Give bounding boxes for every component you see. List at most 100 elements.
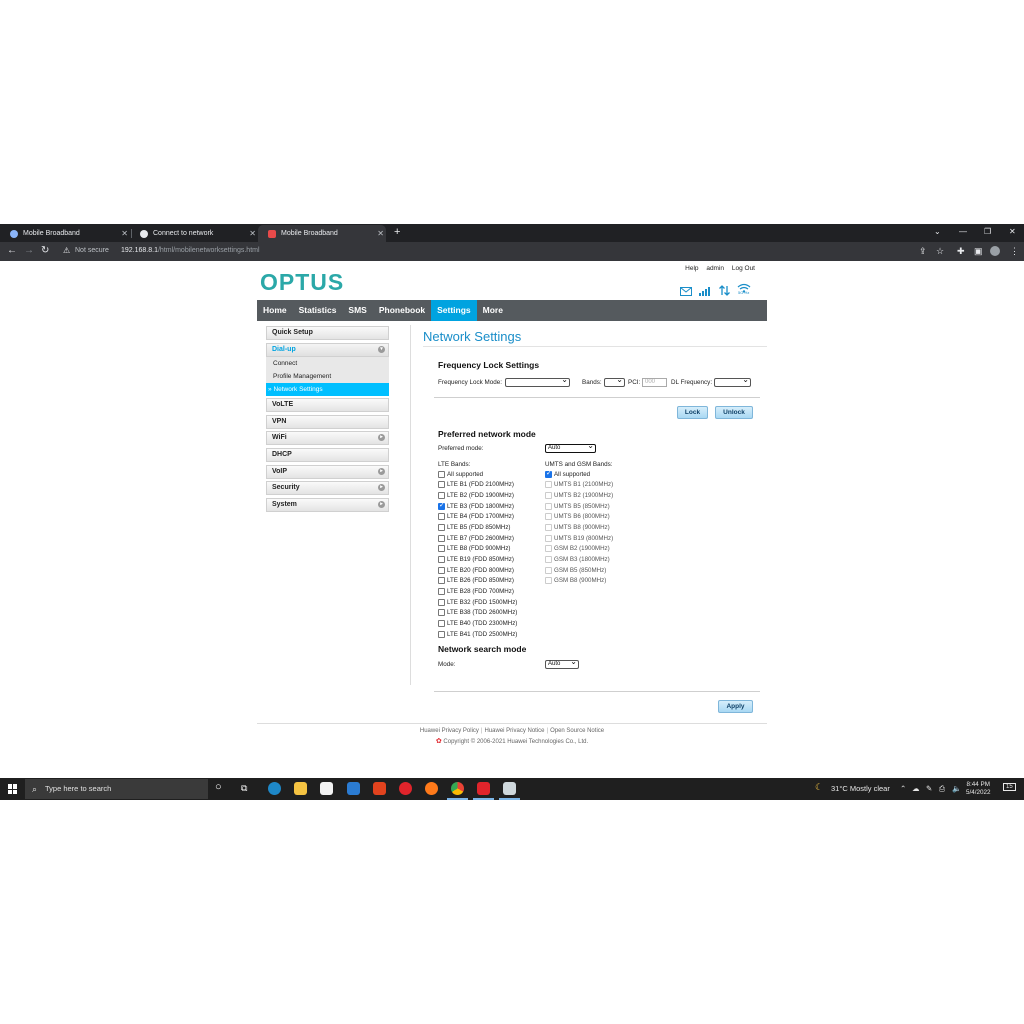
lte-band-checkbox[interactable] xyxy=(438,470,445,478)
lte-band-row[interactable]: All supported xyxy=(438,469,483,480)
reload-icon[interactable]: ↻ xyxy=(41,245,49,256)
bands-select[interactable] xyxy=(604,376,625,387)
umts-gsm-band-row[interactable]: All supported xyxy=(545,469,590,480)
cortana-icon[interactable]: ○ xyxy=(215,781,228,794)
nav-more[interactable]: More xyxy=(477,300,509,321)
admin-link[interactable]: admin xyxy=(706,265,724,272)
mail-icon[interactable] xyxy=(680,287,692,296)
taskbar-search-box[interactable]: ⌕ Type here to search xyxy=(25,779,208,799)
new-tab-button[interactable]: + xyxy=(394,226,400,238)
umts-gsm-band-row[interactable]: GSM B2 (1900MHz) xyxy=(545,544,610,555)
sidebar-item-system[interactable]: System ▸ xyxy=(266,497,389,512)
extensions-icon[interactable]: ✚ xyxy=(957,246,965,257)
close-tab-icon[interactable]: ✕ xyxy=(377,229,384,238)
security-label[interactable]: Not secure xyxy=(75,247,109,254)
forward-icon[interactable]: → xyxy=(24,245,34,256)
browser-tab-active[interactable]: Mobile Broadband ✕ xyxy=(258,225,386,242)
notifications-badge[interactable]: 15 xyxy=(1003,783,1016,791)
lte-band-row[interactable]: LTE B1 (FDD 2100MHz) xyxy=(438,480,514,491)
pci-input[interactable]: 000 xyxy=(642,378,667,387)
privacy-notice-link[interactable]: Huawei Privacy Notice xyxy=(484,728,544,734)
lte-band-checkbox[interactable] xyxy=(438,492,445,500)
lte-band-row[interactable]: LTE B40 (TDD 2300MHz) xyxy=(438,618,517,629)
sidebar-subitem-profile-management[interactable]: Profile Management xyxy=(266,370,389,383)
mail-app-icon[interactable] xyxy=(347,782,360,795)
opera-icon[interactable] xyxy=(399,782,412,795)
umts-gsm-band-row[interactable]: UMTS B2 (1900MHz) xyxy=(545,490,613,501)
apply-button[interactable]: Apply xyxy=(718,700,753,713)
pen-icon[interactable]: ✎ xyxy=(926,784,932,793)
minimize-icon[interactable]: — xyxy=(959,227,967,236)
lte-band-row[interactable]: LTE B19 (FDD 850MHz) xyxy=(438,554,514,565)
open-source-link[interactable]: Open Source Notice xyxy=(550,728,604,734)
firefox-icon[interactable] xyxy=(425,782,438,795)
logout-link[interactable]: Log Out xyxy=(732,265,755,272)
umts-gsm-band-row[interactable]: GSM B8 (900MHz) xyxy=(545,576,606,587)
sidebar-item-wifi[interactable]: WiFi ▸ xyxy=(266,431,389,446)
umts-gsm-band-checkbox[interactable] xyxy=(545,502,552,510)
privacy-policy-link[interactable]: Huawei Privacy Policy xyxy=(420,728,479,734)
lte-band-checkbox[interactable] xyxy=(438,566,445,574)
lte-band-checkbox[interactable] xyxy=(438,555,445,563)
umts-gsm-band-row[interactable]: GSM B5 (850MHz) xyxy=(545,565,606,576)
preferred-mode-select[interactable]: Auto xyxy=(545,442,596,453)
nav-phonebook[interactable]: Phonebook xyxy=(373,300,431,321)
umts-gsm-band-row[interactable]: UMTS B5 (850MHz) xyxy=(545,501,610,512)
umts-gsm-band-checkbox[interactable] xyxy=(545,534,552,542)
umts-gsm-band-checkbox[interactable] xyxy=(545,566,552,574)
close-tab-icon[interactable]: ✕ xyxy=(121,229,128,238)
sidebar-item-vpn[interactable]: VPN xyxy=(266,414,389,429)
umts-gsm-band-row[interactable]: UMTS B6 (800MHz) xyxy=(545,512,610,523)
menu-icon[interactable]: ⋮ xyxy=(1010,246,1019,257)
profile-avatar[interactable] xyxy=(990,246,1000,256)
sidebar-item-voip[interactable]: VoIP ▸ xyxy=(266,464,389,479)
lte-band-row[interactable]: LTE B4 (FDD 1700MHz) xyxy=(438,512,514,523)
sidebar-item-quick-setup[interactable]: Quick Setup xyxy=(266,326,389,340)
lte-band-row[interactable]: LTE B32 (FDD 1500MHz) xyxy=(438,597,517,608)
lte-band-row[interactable]: LTE B7 (FDD 2600MHz) xyxy=(438,533,514,544)
sidebar-subitem-connect[interactable]: Connect xyxy=(266,357,389,370)
lte-band-checkbox[interactable] xyxy=(438,609,445,617)
umts-gsm-band-row[interactable]: UMTS B1 (2100MHz) xyxy=(545,480,613,491)
huawei-app-icon[interactable] xyxy=(477,782,490,795)
task-view-icon[interactable]: ⧉ xyxy=(241,783,254,796)
lte-band-row[interactable]: LTE B28 (FDD 700MHz) xyxy=(438,586,514,597)
unlock-button[interactable]: Unlock xyxy=(715,406,753,419)
restore-icon[interactable]: ❐ xyxy=(984,227,991,236)
network-tray-icon[interactable]: ⎙ xyxy=(939,784,945,794)
umts-gsm-band-checkbox[interactable] xyxy=(545,513,552,521)
weather-icon[interactable]: ☾ xyxy=(815,782,823,793)
help-link[interactable]: Help xyxy=(685,265,698,272)
lte-band-checkbox[interactable] xyxy=(438,545,445,553)
file-explorer-icon[interactable] xyxy=(294,782,307,795)
lte-band-checkbox[interactable] xyxy=(438,534,445,542)
weather-text[interactable]: 31°C Mostly clear xyxy=(831,784,890,793)
umts-gsm-band-checkbox[interactable] xyxy=(545,524,552,532)
side-panel-icon[interactable]: ▣ xyxy=(974,246,983,257)
lte-band-row[interactable]: LTE B38 (TDD 2600MHz) xyxy=(438,607,517,618)
umts-gsm-band-row[interactable]: GSM B3 (1800MHz) xyxy=(545,554,610,565)
cloud-icon[interactable]: ☁ xyxy=(912,784,920,793)
back-icon[interactable]: ← xyxy=(7,245,17,256)
network-app-icon[interactable] xyxy=(503,782,516,795)
dl-frequency-select[interactable] xyxy=(714,376,751,387)
edge-icon[interactable] xyxy=(268,782,281,795)
chrome-icon[interactable] xyxy=(451,782,464,795)
umts-gsm-band-checkbox[interactable] xyxy=(545,577,552,585)
share-icon[interactable]: ⇪ xyxy=(919,246,927,257)
show-hidden-icons[interactable]: ⌃ xyxy=(900,784,906,793)
volume-icon[interactable]: 🔈 xyxy=(952,784,961,793)
sidebar-item-security[interactable]: Security ▸ xyxy=(266,481,389,496)
umts-gsm-band-checkbox[interactable] xyxy=(545,545,552,553)
sidebar-item-volte[interactable]: VoLTE xyxy=(266,398,389,413)
lte-band-checkbox[interactable] xyxy=(438,587,445,595)
nav-sms[interactable]: SMS xyxy=(342,300,372,321)
lte-band-row[interactable]: LTE B26 (FDD 850MHz) xyxy=(438,576,514,587)
umts-gsm-band-checkbox[interactable] xyxy=(545,481,552,489)
sidebar-item-dialup[interactable]: Dial-up ▾ xyxy=(266,342,389,357)
lock-button[interactable]: Lock xyxy=(677,406,708,419)
umts-gsm-band-checkbox[interactable] xyxy=(545,555,552,563)
lte-band-row[interactable]: LTE B5 (FDD 850MHz) xyxy=(438,522,511,533)
lte-band-checkbox[interactable] xyxy=(438,481,445,489)
lte-band-checkbox[interactable] xyxy=(438,598,445,606)
